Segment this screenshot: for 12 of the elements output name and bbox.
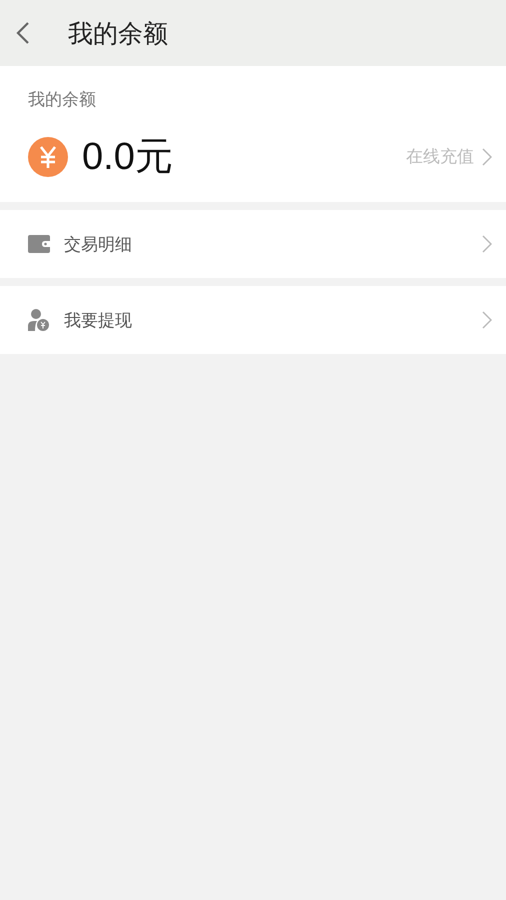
- balance-amount: 0.0元: [82, 135, 173, 180]
- person-coin-icon: [28, 309, 50, 331]
- back-icon[interactable]: [16, 21, 30, 45]
- page-title: 我的余额: [68, 18, 168, 50]
- menu-item[interactable]: 我要提现: [0, 286, 506, 354]
- yuan-coin-icon: [28, 136, 68, 176]
- chevron-icon: [482, 235, 492, 253]
- balance-label: 我的余额: [28, 89, 96, 111]
- chevron-icon: [482, 148, 492, 166]
- wallet-icon: [28, 235, 50, 253]
- menu-item[interactable]: 交易明细: [0, 210, 506, 278]
- chevron-icon: [482, 311, 492, 329]
